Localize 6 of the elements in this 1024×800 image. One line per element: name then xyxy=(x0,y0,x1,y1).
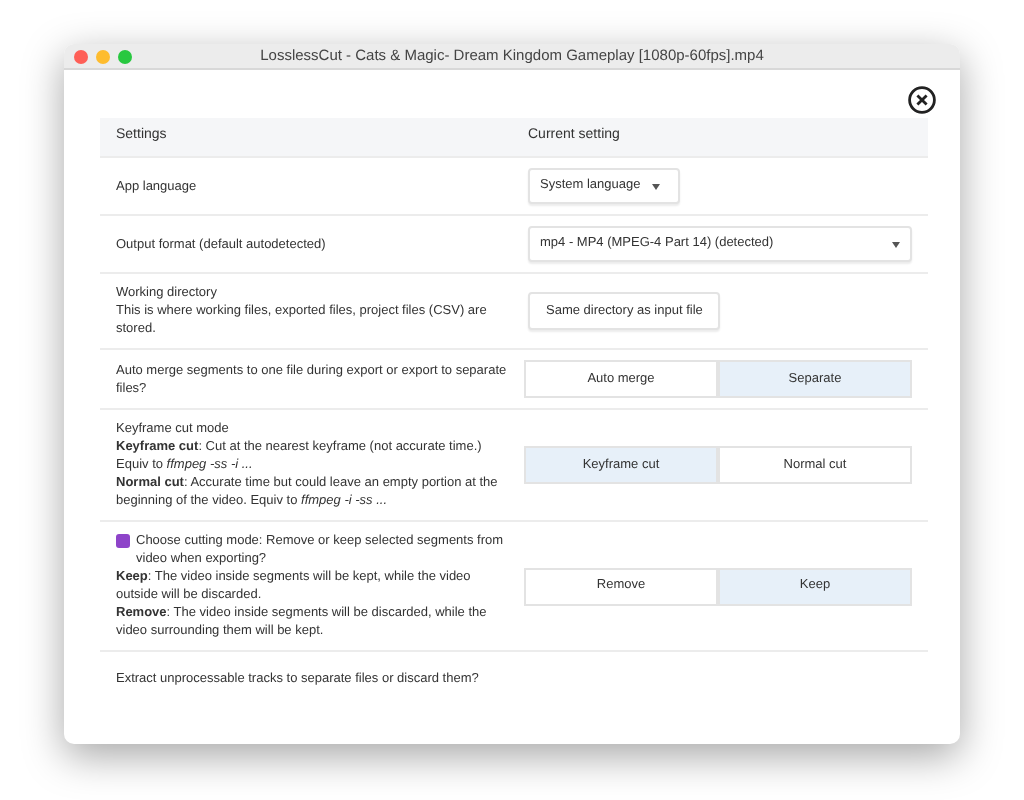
close-icon[interactable] xyxy=(908,86,936,114)
caret-icon xyxy=(892,241,900,247)
close-window-button[interactable] xyxy=(74,49,88,63)
zoom-button[interactable] xyxy=(118,49,132,63)
caret-icon xyxy=(652,183,661,189)
minimize-button[interactable] xyxy=(96,49,110,63)
